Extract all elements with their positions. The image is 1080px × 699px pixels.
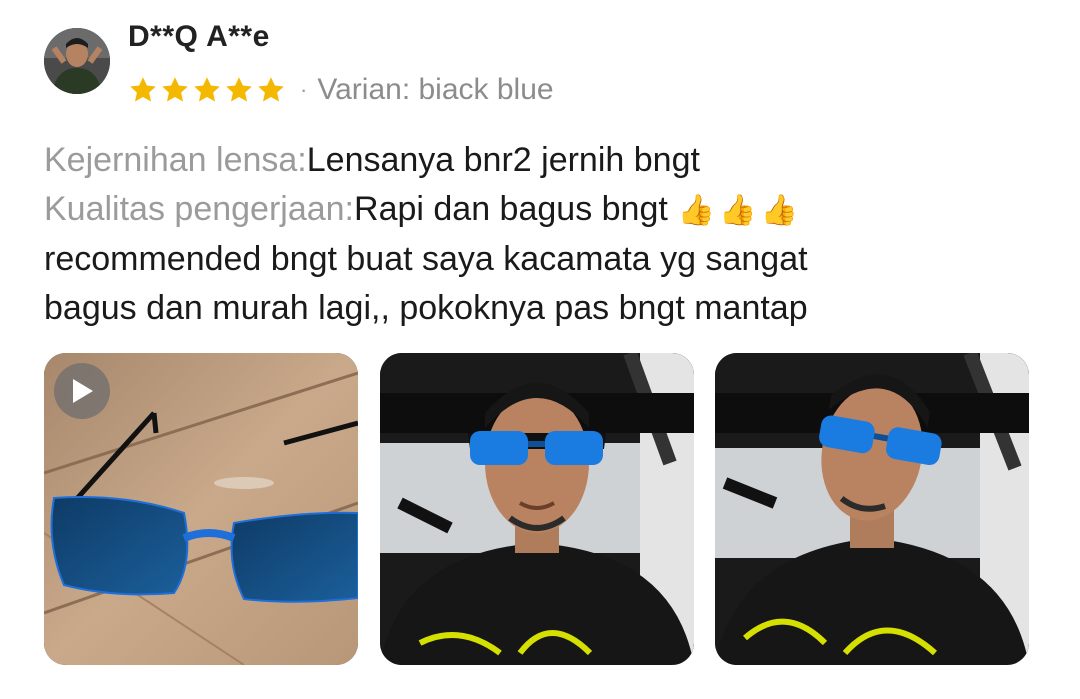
- review-photo-1[interactable]: [380, 353, 694, 665]
- avatar[interactable]: [44, 28, 110, 94]
- variant-label: Varian: biack blue: [317, 73, 554, 106]
- separator-dot: ·: [300, 77, 308, 102]
- star-icon: [258, 77, 284, 102]
- reviewer-name: D**Q A**e: [128, 20, 270, 53]
- rating-row: · Varian: biack blue: [128, 70, 554, 110]
- review-photo-2[interactable]: [715, 353, 1029, 665]
- star-icon: [226, 77, 252, 102]
- quality-value: Rapi dan bagus bngt: [354, 190, 668, 228]
- play-icon[interactable]: [54, 363, 110, 419]
- star-icon: [194, 77, 220, 102]
- review-video-thumbnail[interactable]: [44, 353, 358, 665]
- review-body-line-1: recommended bngt buat saya kacamata yg s…: [44, 240, 808, 278]
- thumbs-up-icon: 👍👍👍: [677, 194, 802, 227]
- star-icon: [162, 77, 188, 102]
- quality-label: Kualitas pengerjaan:: [44, 190, 355, 228]
- review-body-line-2: bagus dan murah lagi,, pokoknya pas bngt…: [44, 289, 808, 327]
- lens-label: Kejernihan lensa:: [44, 141, 307, 179]
- star-rating: [128, 75, 286, 105]
- review-text: Kejernihan lensa:Lensanya bnr2 jernih bn…: [44, 136, 1044, 333]
- review-line-quality: Kualitas pengerjaan:Rapi dan bagus bngt 👍…: [44, 185, 1044, 235]
- review-line-lens: Kejernihan lensa:Lensanya bnr2 jernih bn…: [44, 136, 1044, 185]
- lens-value: Lensanya bnr2 jernih bngt: [306, 141, 700, 179]
- star-icon: [130, 77, 156, 102]
